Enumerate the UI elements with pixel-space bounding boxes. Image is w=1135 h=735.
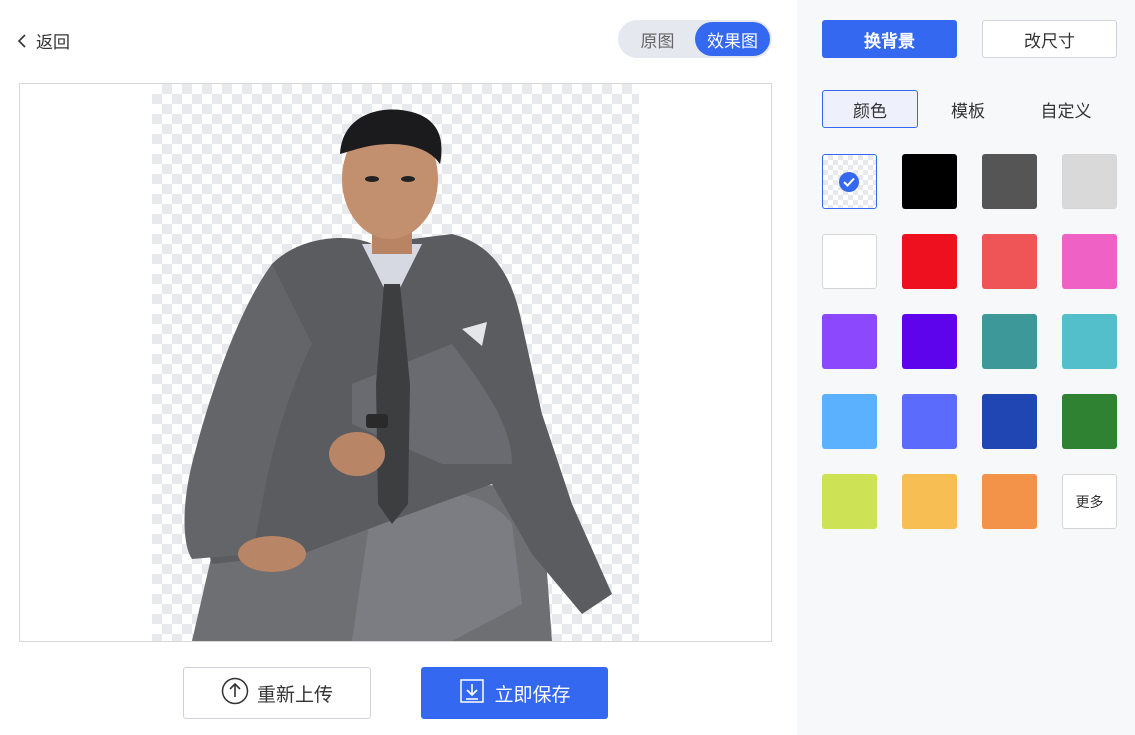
view-toggle: 原图 效果图 (618, 20, 772, 58)
swatch-sky-blue[interactable] (822, 394, 877, 449)
chevron-left-icon (16, 33, 28, 49)
save-label: 立即保存 (494, 683, 571, 706)
swatch-cyan[interactable] (1062, 314, 1117, 369)
editor-area: 返回 原图 效果图 重新上传 立即保存 (0, 0, 797, 735)
subtab-custom[interactable]: 自定义 (1018, 90, 1114, 128)
cutout-person-image (184, 109, 612, 641)
upload-icon (221, 677, 249, 710)
swatch-light-gray[interactable] (1062, 154, 1117, 209)
tab-resize[interactable]: 改尺寸 (982, 20, 1117, 58)
toggle-original[interactable]: 原图 (620, 22, 695, 56)
reupload-button[interactable]: 重新上传 (183, 667, 371, 719)
swatch-pink[interactable] (1062, 234, 1117, 289)
check-icon (839, 172, 859, 192)
subtab-template[interactable]: 模板 (920, 90, 1016, 128)
swatch-periwinkle[interactable] (902, 394, 957, 449)
swatch-dark-gray[interactable] (982, 154, 1037, 209)
swatch-lime[interactable] (822, 474, 877, 529)
swatch-white[interactable] (822, 234, 877, 289)
swatch-black[interactable] (902, 154, 957, 209)
swatch-teal[interactable] (982, 314, 1037, 369)
download-icon (458, 677, 486, 710)
image-canvas (19, 83, 772, 642)
background-remover-app: 返回 原图 效果图 重新上传 立即保存 换背景 改尺寸 颜色 模板 自定义 更多 (0, 0, 1135, 735)
more-colors-button[interactable]: 更多 (1062, 474, 1117, 529)
swatch-red[interactable] (902, 234, 957, 289)
swatch-yellow[interactable] (902, 474, 957, 529)
swatch-navy[interactable] (982, 394, 1037, 449)
save-button[interactable]: 立即保存 (421, 667, 608, 719)
swatch-orange[interactable] (982, 474, 1037, 529)
subtab-color[interactable]: 颜色 (822, 90, 918, 128)
swatch-transparent[interactable] (822, 154, 877, 209)
swatch-violet[interactable] (902, 314, 957, 369)
swatch-light-red[interactable] (982, 234, 1037, 289)
reupload-label: 重新上传 (256, 683, 333, 706)
back-label: 返回 (36, 33, 70, 53)
swatch-green[interactable] (1062, 394, 1117, 449)
toggle-result[interactable]: 效果图 (695, 22, 770, 56)
tab-change-background[interactable]: 换背景 (822, 20, 957, 58)
swatch-purple[interactable] (822, 314, 877, 369)
back-button[interactable]: 返回 (16, 28, 70, 53)
